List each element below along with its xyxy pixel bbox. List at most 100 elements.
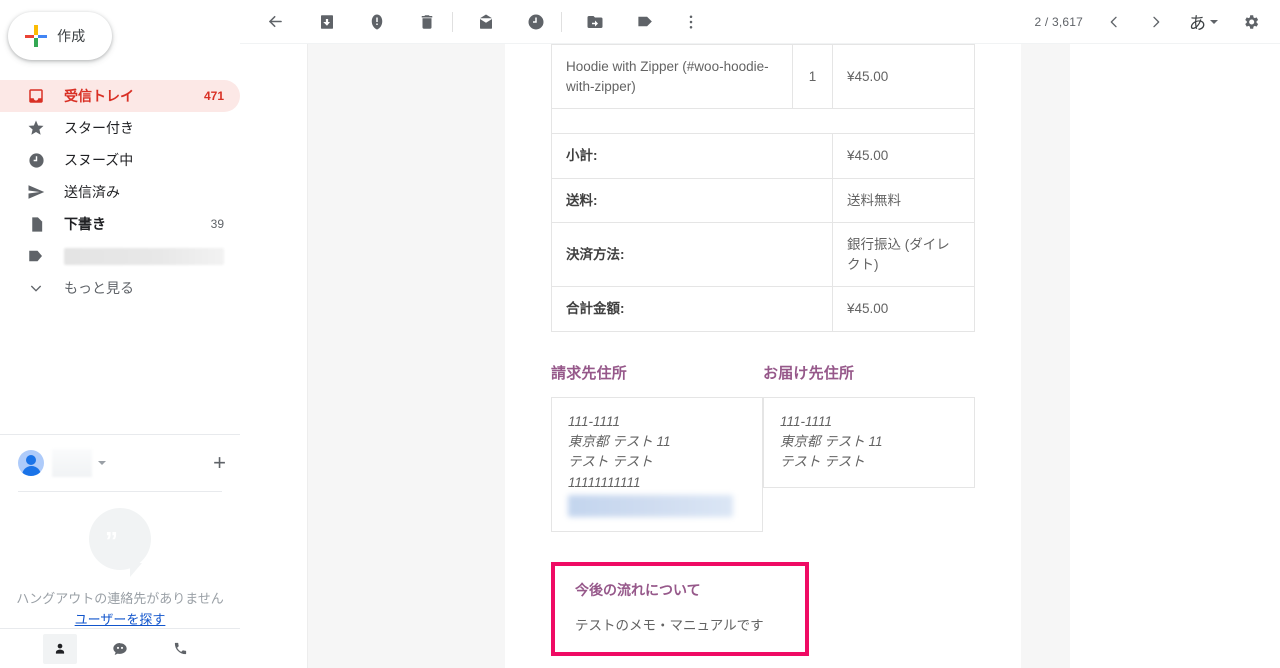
- move-to-folder-icon: [587, 15, 603, 28]
- hangouts-bubble-icon: ”: [89, 508, 151, 577]
- back-arrow-icon: [268, 15, 282, 28]
- sidebar-item-more[interactable]: もっと見る: [0, 272, 240, 304]
- order-summary-label: 決済方法:: [551, 222, 833, 288]
- table-row: Hoodie with Zipper (#woo-hoodie-with-zip…: [551, 44, 975, 110]
- billing-address-column: 請求先住所 111-1111 東京都 テスト 11 テスト テスト 111111…: [551, 362, 763, 532]
- clock-icon: [26, 150, 46, 170]
- chevron-down-icon[interactable]: [98, 461, 106, 465]
- compose-button[interactable]: 作成: [8, 12, 112, 60]
- shipping-address-line: テスト テスト: [780, 454, 865, 470]
- customer-note-heading: 今後の流れについて: [575, 581, 701, 598]
- sidebar-item-starred[interactable]: スター付き: [0, 112, 240, 144]
- pagination-count: 2 / 3,617: [1034, 14, 1083, 29]
- archive-button[interactable]: [310, 5, 344, 39]
- hangouts-tab-conversations[interactable]: [103, 634, 137, 664]
- sidebar-item-snoozed[interactable]: スヌーズ中: [0, 144, 240, 176]
- hangouts-account-name: [52, 449, 92, 477]
- settings-button[interactable]: [1234, 5, 1268, 39]
- order-summary-label: 送料:: [551, 177, 833, 224]
- star-icon: [26, 118, 46, 138]
- sidebar-item-label: 受信トレイ: [64, 88, 134, 104]
- order-summary-value: ¥45.00: [832, 133, 975, 179]
- hangouts-tabs: [0, 628, 240, 668]
- delete-button[interactable]: [410, 5, 444, 39]
- archive-icon: [321, 14, 333, 29]
- labels-button[interactable]: [628, 5, 662, 39]
- sidebar-item-label: スヌーズ中: [64, 152, 134, 168]
- label-icon: [26, 246, 46, 266]
- billing-address-line: 東京都 テスト 11: [568, 434, 671, 450]
- person-icon: [55, 643, 65, 654]
- customer-note-text: テストのメモ・マニュアルです: [575, 617, 764, 633]
- hangouts-header: +: [0, 435, 240, 491]
- move-to-button[interactable]: [578, 5, 612, 39]
- hangouts-panel: + ” ハングアウトの連絡先がありません ユーザーを探す: [0, 434, 240, 668]
- sidebar-item-label: 送信済み: [64, 184, 120, 200]
- billing-address-box: 111-1111 東京都 テスト 11 テスト テスト 11111111111: [551, 396, 763, 532]
- sidebar-item-count: 471: [203, 89, 224, 103]
- back-button[interactable]: [258, 5, 292, 39]
- sidebar: 作成 受信トレイ 471 スター付き スヌーズ中 送信済み 下書き 39 もっと…: [0, 0, 240, 668]
- mark-unread-icon: [480, 14, 492, 29]
- input-language-selector[interactable]: あ: [1185, 5, 1222, 39]
- sidebar-item-label: スター付き: [64, 120, 134, 136]
- sidebar-item-label: [64, 247, 224, 265]
- shipping-address-line: 東京都 テスト 11: [780, 434, 883, 450]
- sidebar-item-label-redacted[interactable]: [0, 240, 240, 272]
- order-summary-value: 送料無料: [832, 177, 975, 224]
- toolbar: 2 / 3,617 あ: [240, 0, 1280, 44]
- phone-icon: [174, 642, 186, 655]
- divider: [561, 11, 562, 32]
- more-options-icon: [689, 14, 693, 29]
- inbox-icon: [26, 86, 46, 106]
- hangouts-tab-contacts[interactable]: [43, 633, 77, 664]
- table-separator: [551, 108, 975, 135]
- billing-address-line: 111-1111: [568, 413, 621, 429]
- avatar[interactable]: [18, 450, 44, 476]
- table-row: 合計金額: ¥45.00: [551, 286, 975, 332]
- order-item-name: Hoodie with Zipper (#woo-hoodie-with-zip…: [551, 44, 793, 110]
- shipping-address-line: 111-1111: [780, 413, 833, 429]
- chevron-right-icon: [1153, 16, 1160, 27]
- sidebar-item-sent[interactable]: 送信済み: [0, 176, 240, 208]
- mark-unread-button[interactable]: [469, 5, 503, 39]
- order-item-amount: ¥45.00: [832, 44, 975, 110]
- gear-icon: [1245, 14, 1259, 29]
- order-summary-table: Hoodie with Zipper (#woo-hoodie-with-zip…: [551, 44, 975, 332]
- gmail-app: 作成 受信トレイ 471 スター付き スヌーズ中 送信済み 下書き 39 もっと…: [0, 0, 1280, 668]
- hangouts-tab-calls[interactable]: [163, 634, 197, 664]
- chevron-down-icon: [26, 278, 46, 298]
- customer-note-box: 今後の流れについて テストのメモ・マニュアルです: [551, 561, 809, 656]
- order-summary-value: 銀行振込 (ダイレクト): [832, 222, 975, 288]
- more-options-button[interactable]: [674, 5, 708, 39]
- email-body-scroll[interactable]: Hoodie with Zipper (#woo-hoodie-with-zip…: [240, 44, 1280, 668]
- sidebar-item-inbox[interactable]: 受信トレイ 471: [0, 80, 240, 112]
- hangouts-empty-state: ” ハングアウトの連絡先がありません ユーザーを探す: [0, 492, 240, 628]
- billing-address-redacted-line: [568, 494, 733, 517]
- order-item-qty: 1: [792, 44, 833, 110]
- draft-icon: [26, 214, 46, 234]
- sidebar-item-label: もっと見る: [64, 280, 134, 296]
- previous-page-button[interactable]: [1097, 5, 1131, 39]
- report-spam-button[interactable]: [360, 5, 394, 39]
- compose-button-label: 作成: [57, 28, 86, 44]
- table-row: 決済方法: 銀行振込 (ダイレクト): [551, 222, 975, 288]
- divider: [452, 11, 453, 32]
- table-row: 送料: 送料無料: [551, 177, 975, 224]
- sidebar-item-drafts[interactable]: 下書き 39: [0, 208, 240, 240]
- hangouts-empty-message: ハングアウトの連絡先がありません: [16, 591, 224, 606]
- report-spam-icon: [371, 14, 383, 29]
- shipping-address-column: お届け先住所 111-1111 東京都 テスト 11 テスト テスト: [763, 362, 975, 532]
- sidebar-nav: 受信トレイ 471 スター付き スヌーズ中 送信済み 下書き 39 もっと見る: [0, 80, 240, 304]
- hangouts-find-people-link[interactable]: ユーザーを探す: [75, 609, 166, 628]
- order-summary-label: 合計金額:: [551, 286, 833, 332]
- snooze-button[interactable]: [519, 5, 553, 39]
- chevron-down-icon: [1210, 19, 1218, 24]
- sidebar-item-label: 下書き: [64, 216, 106, 232]
- hangouts-add-button[interactable]: +: [213, 452, 226, 474]
- billing-address-heading: 請求先住所: [551, 364, 628, 382]
- next-page-button[interactable]: [1139, 5, 1173, 39]
- order-summary-value: ¥45.00: [832, 286, 975, 332]
- sidebar-item-count: 39: [210, 217, 224, 231]
- trash-icon: [421, 14, 433, 29]
